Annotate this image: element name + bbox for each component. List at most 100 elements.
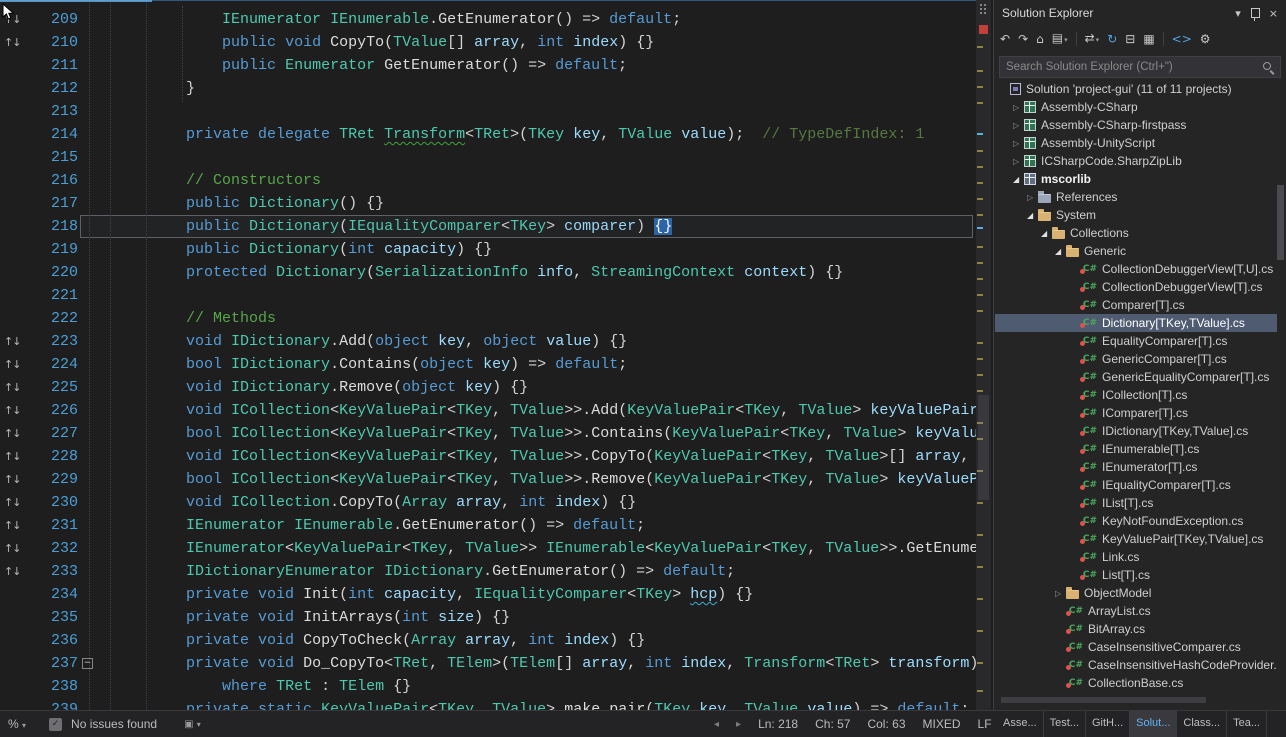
code-line[interactable]: ↑↓224 bool IDictionary.Contains(object k… bbox=[0, 353, 976, 376]
chevron-collapsed-icon[interactable]: ▷ bbox=[1013, 103, 1024, 112]
editor-scrollbar[interactable] bbox=[976, 0, 991, 710]
tree-item[interactable]: C#KeyValuePair[TKey,TValue].cs bbox=[995, 530, 1277, 548]
code-line[interactable]: 215 bbox=[0, 146, 976, 169]
code-line[interactable]: ↑↓232 IEnumerator<KeyValuePair<TKey, TVa… bbox=[0, 537, 976, 560]
line-number[interactable]: 215 bbox=[32, 146, 78, 169]
panel-tab[interactable]: Asse... bbox=[997, 711, 1044, 737]
tree-horizontal-scrollbar[interactable] bbox=[995, 696, 1277, 704]
override-implement-icon[interactable]: ↑↓ bbox=[0, 514, 32, 537]
override-implement-icon[interactable]: ↑↓ bbox=[0, 376, 32, 399]
code-line[interactable]: 237 private void Do_CopyTo<TRet, TElem>(… bbox=[0, 652, 976, 675]
line-number[interactable]: 229 bbox=[32, 468, 78, 491]
tree-item[interactable]: C#EqualityComparer[T].cs bbox=[995, 332, 1277, 350]
fold-collapse-icon[interactable]: − bbox=[82, 658, 93, 669]
panel-tab[interactable]: Class... bbox=[1177, 711, 1227, 737]
code-line[interactable]: 216 // Constructors bbox=[0, 169, 976, 192]
code-line[interactable]: 211 public Enumerator GetEnumerator() =>… bbox=[0, 54, 976, 77]
tree-item[interactable]: ▷Assembly-CSharp-firstpass bbox=[995, 116, 1277, 134]
panel-tab[interactable]: Solut... bbox=[1130, 711, 1177, 737]
splitter-grip-icon[interactable] bbox=[979, 3, 988, 14]
document-health-menu-icon[interactable]: ▣ ▾ bbox=[184, 719, 201, 730]
line-number[interactable]: 239 bbox=[32, 698, 78, 710]
chevron-collapsed-icon[interactable]: ▷ bbox=[1055, 589, 1066, 598]
tree-item[interactable]: C#CaseInsensitiveHashCodeProvider.cs bbox=[995, 656, 1277, 674]
code-line[interactable]: ↑↓227 bool ICollection<KeyValuePair<TKey… bbox=[0, 422, 976, 445]
zoom-dropdown[interactable]: % ▾ bbox=[8, 717, 26, 731]
panel-tab[interactable]: GitH... bbox=[1086, 711, 1130, 737]
line-number[interactable]: 210 bbox=[32, 31, 78, 54]
line-number[interactable]: 225 bbox=[32, 376, 78, 399]
chevron-expanded-icon[interactable]: ◢ bbox=[1027, 211, 1038, 220]
code-editor[interactable]: ↑↓209 IEnumerator IEnumerable.GetEnumera… bbox=[0, 0, 976, 710]
code-line[interactable]: ↑↓228 void ICollection<KeyValuePair<TKey… bbox=[0, 445, 976, 468]
tree-item[interactable]: ▷Assembly-UnityScript bbox=[995, 134, 1277, 152]
tree-item[interactable]: C#ICollection[T].cs bbox=[995, 386, 1277, 404]
code-line[interactable]: 235 private void InitArrays(int size) {} bbox=[0, 606, 976, 629]
line-number[interactable]: 234 bbox=[32, 583, 78, 606]
code-line[interactable]: ↑↓223 void IDictionary.Add(object key, o… bbox=[0, 330, 976, 353]
chevron-collapsed-icon[interactable]: ▷ bbox=[1027, 193, 1038, 202]
chevron-expanded-icon[interactable]: ◢ bbox=[1041, 229, 1052, 238]
tree-item[interactable]: C#Link.cs bbox=[995, 548, 1277, 566]
override-implement-icon[interactable]: ↑↓ bbox=[0, 330, 32, 353]
tree-item[interactable]: C#ArrayList.cs bbox=[995, 602, 1277, 620]
tree-item[interactable]: C#CollectionBase.cs bbox=[995, 674, 1277, 692]
line-number[interactable]: 238 bbox=[32, 675, 78, 698]
line-number[interactable]: 217 bbox=[32, 192, 78, 215]
properties-icon[interactable]: ⚙ bbox=[1200, 31, 1211, 47]
tree-item[interactable]: C#CollectionDebuggerView[T].cs bbox=[995, 278, 1277, 296]
tree-item[interactable]: C#Dictionary[TKey,TValue].cs bbox=[995, 314, 1277, 332]
tree-item[interactable]: C#CollectionDebuggerView[T,U].cs bbox=[995, 260, 1277, 278]
close-icon[interactable]: × bbox=[1269, 7, 1278, 20]
pin-icon[interactable] bbox=[1251, 8, 1260, 18]
code-line[interactable]: 238 where TRet : TElem {} bbox=[0, 675, 976, 698]
line-number[interactable]: 218 bbox=[32, 215, 78, 238]
line-number[interactable]: 212 bbox=[32, 77, 78, 100]
line-number[interactable]: 211 bbox=[32, 54, 78, 77]
code-line[interactable]: 213 bbox=[0, 100, 976, 123]
tree-item[interactable]: C#IEnumerator[T].cs bbox=[995, 458, 1277, 476]
line-number[interactable]: 233 bbox=[32, 560, 78, 583]
tree-item[interactable]: C#IEnumerable[T].cs bbox=[995, 440, 1277, 458]
line-number[interactable]: 230 bbox=[32, 491, 78, 514]
panel-tab[interactable]: Test... bbox=[1044, 711, 1086, 737]
line-number[interactable]: 220 bbox=[32, 261, 78, 284]
collapse-all-icon[interactable]: ⊟ bbox=[1125, 31, 1135, 47]
code-line[interactable]: 221 bbox=[0, 284, 976, 307]
tree-item[interactable]: C#GenericEqualityComparer[T].cs bbox=[995, 368, 1277, 386]
tree-item[interactable]: C#BitArray.cs bbox=[995, 620, 1277, 638]
tree-item[interactable]: C#KeyNotFoundException.cs bbox=[995, 512, 1277, 530]
line-number[interactable]: 227 bbox=[32, 422, 78, 445]
code-line[interactable]: ↑↓226 void ICollection<KeyValuePair<TKey… bbox=[0, 399, 976, 422]
tree-item[interactable]: C#Comparer[T].cs bbox=[995, 296, 1277, 314]
override-implement-icon[interactable]: ↑↓ bbox=[0, 468, 32, 491]
code-line[interactable]: ↑↓210 public void CopyTo(TValue[] array,… bbox=[0, 31, 976, 54]
override-implement-icon[interactable]: ↑↓ bbox=[0, 445, 32, 468]
line-number[interactable]: 222 bbox=[32, 307, 78, 330]
code-line[interactable]: 220 protected Dictionary(SerializationIn… bbox=[0, 261, 976, 284]
tree-item[interactable]: C#List[T].cs bbox=[995, 566, 1277, 584]
code-line[interactable]: 212 } bbox=[0, 77, 976, 100]
line-number[interactable]: 226 bbox=[32, 399, 78, 422]
line-number[interactable]: 231 bbox=[32, 514, 78, 537]
sync-with-active-document-icon[interactable]: ⇄▾ bbox=[1085, 30, 1100, 48]
tree-item[interactable]: ◢Generic bbox=[995, 242, 1277, 260]
tree-vertical-scrollbar[interactable] bbox=[1276, 80, 1285, 694]
tree-item[interactable]: C#IList[T].cs bbox=[995, 494, 1277, 512]
code-line[interactable]: 222 // Methods bbox=[0, 307, 976, 330]
home-icon[interactable]: ⌂ bbox=[1036, 31, 1044, 47]
override-implement-icon[interactable]: ↑↓ bbox=[0, 491, 32, 514]
line-number[interactable]: 232 bbox=[32, 537, 78, 560]
panel-tab[interactable]: Tea... bbox=[1227, 711, 1267, 737]
code-line[interactable]: ↑↓225 void IDictionary.Remove(object key… bbox=[0, 376, 976, 399]
forward-icon[interactable]: ↷ bbox=[1018, 31, 1028, 47]
line-number[interactable]: 209 bbox=[32, 8, 78, 31]
line-number[interactable]: 214 bbox=[32, 123, 78, 146]
line-number[interactable]: 213 bbox=[32, 100, 78, 123]
line-number[interactable]: 221 bbox=[32, 284, 78, 307]
health-check-icon[interactable]: ✓ bbox=[49, 718, 62, 731]
tree-item[interactable]: Solution 'project-gui' (11 of 11 project… bbox=[995, 80, 1277, 98]
tree-item[interactable]: C#IEqualityComparer[T].cs bbox=[995, 476, 1277, 494]
scroll-right-icon[interactable]: ▸ bbox=[736, 719, 741, 730]
tree-item[interactable]: C#IDictionary[TKey,TValue].cs bbox=[995, 422, 1277, 440]
